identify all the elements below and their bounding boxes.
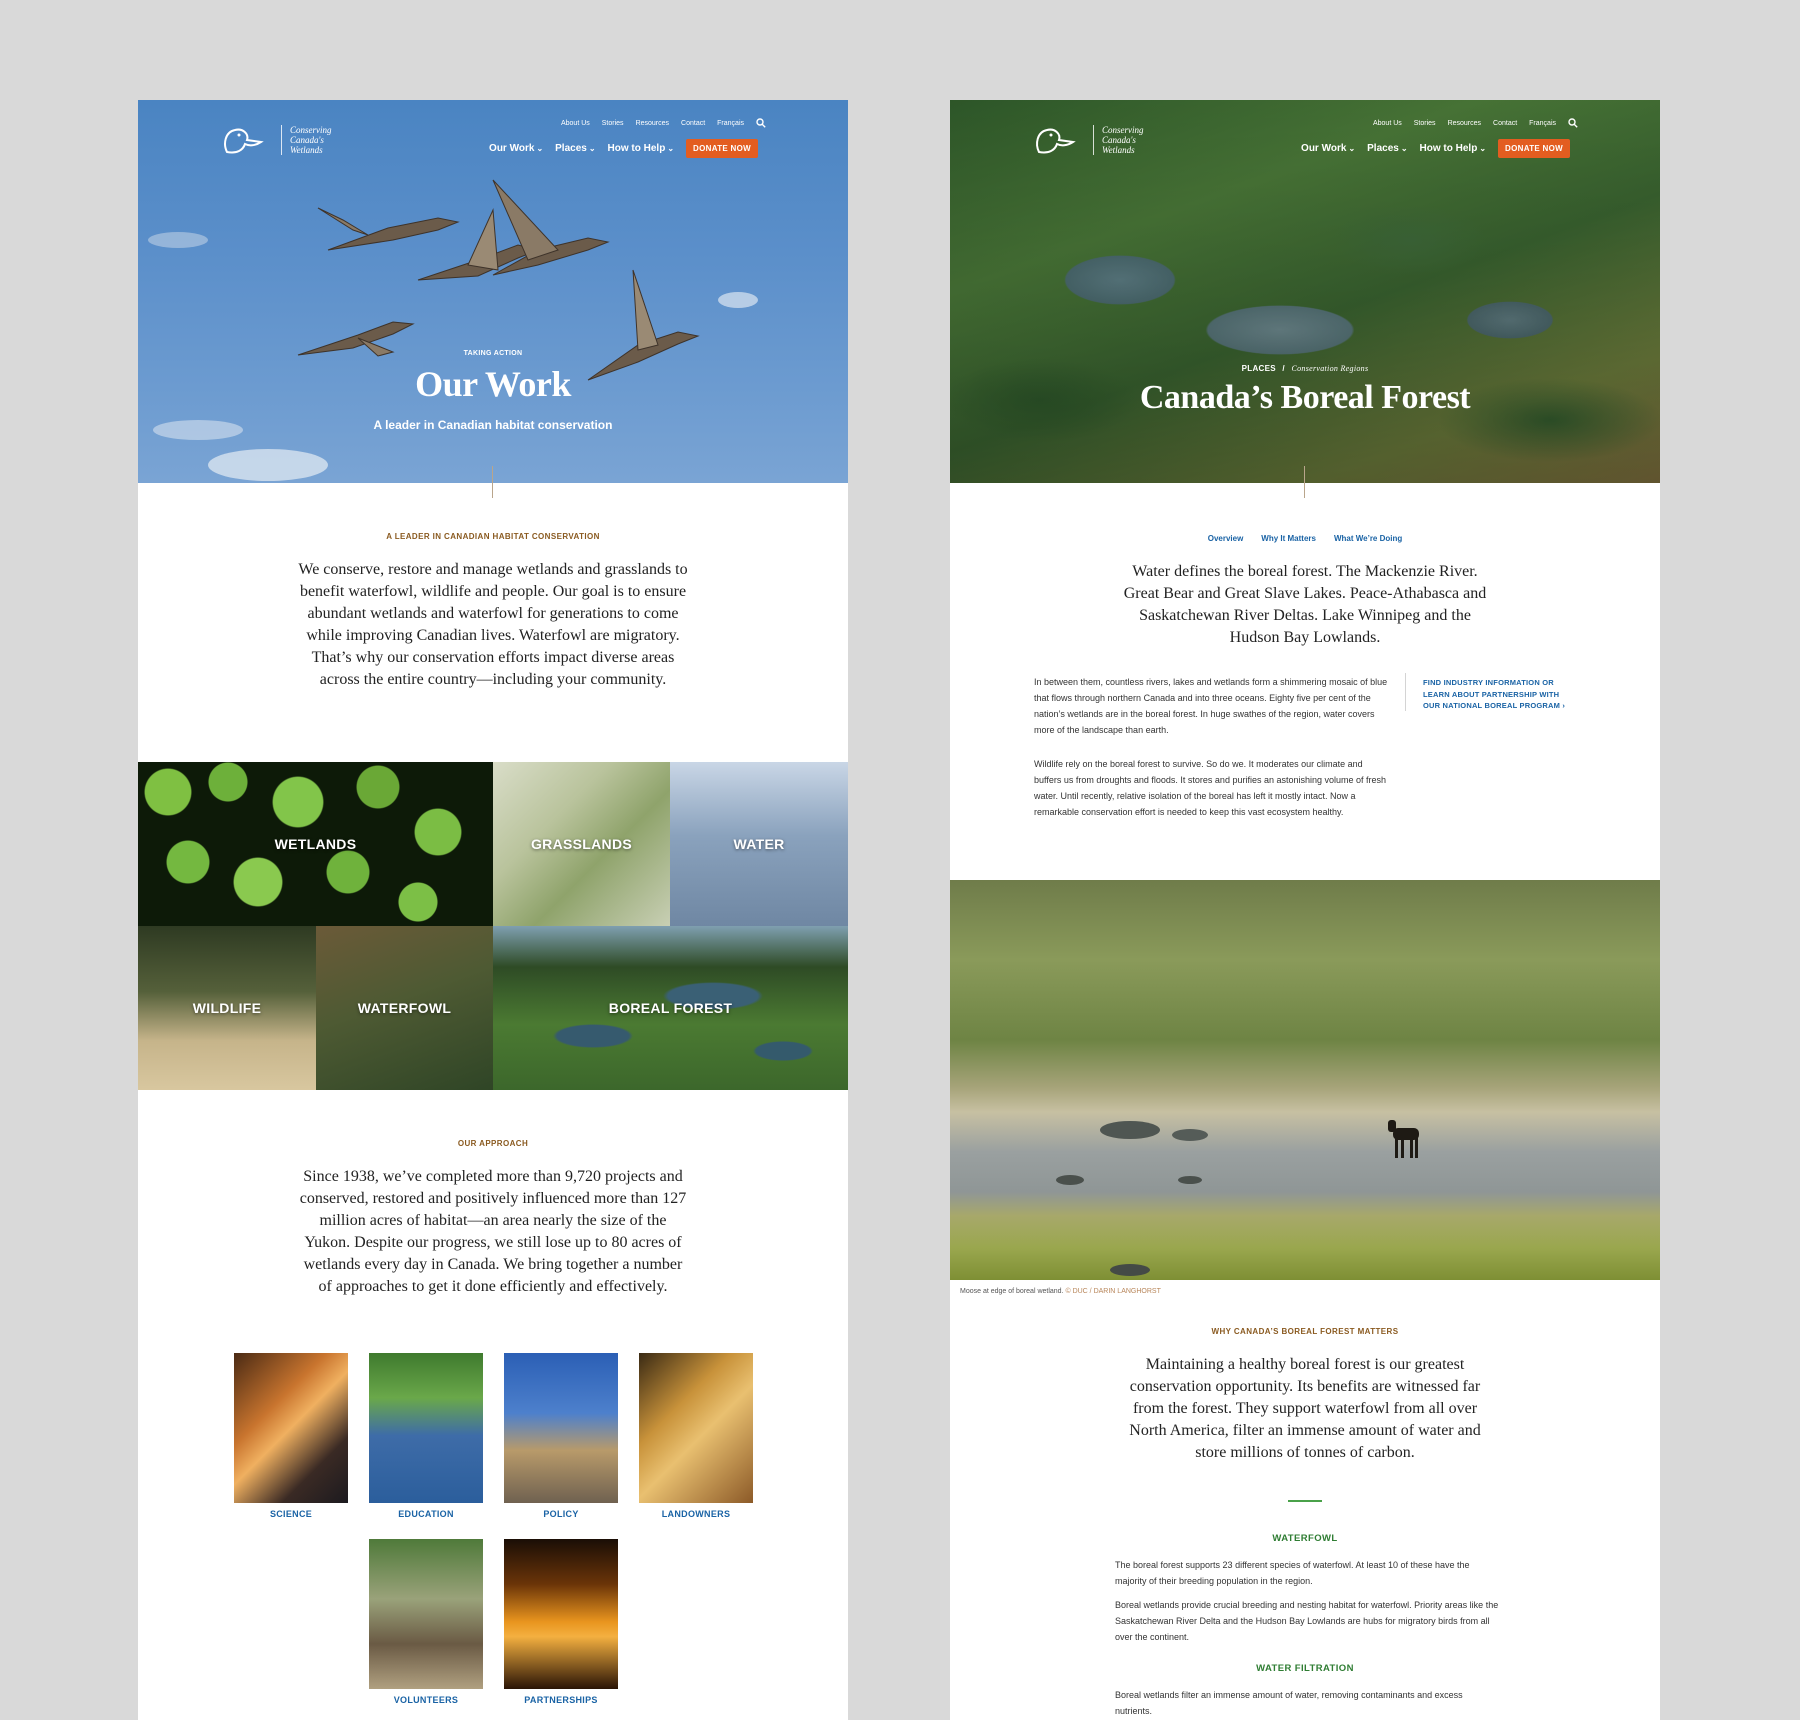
page-title: Our Work <box>415 364 571 404</box>
tile-waterfowl[interactable]: WATERFOWL <box>316 926 493 1090</box>
approach-policy-image[interactable] <box>504 1353 618 1503</box>
nav-places[interactable]: Places ⌄ <box>555 143 595 154</box>
util-link-francais[interactable]: Français <box>717 120 744 127</box>
approach-science-image[interactable] <box>234 1353 348 1503</box>
nav-how-to-help[interactable]: How to Help ⌄ <box>608 143 674 154</box>
nav-places[interactable]: Places ⌄ <box>1367 143 1407 154</box>
waterfowl-paragraph-1: The boreal forest supports 23 different … <box>1115 1560 1470 1586</box>
chevron-down-icon: ⌄ <box>536 144 544 153</box>
matters-eyebrow: WHY CANADA’S BOREAL FOREST MATTERS <box>1211 1327 1399 1336</box>
util-link-resources[interactable]: Resources <box>636 120 669 127</box>
approach-paragraph: Since 1938, we’ve completed more than 9,… <box>299 1168 687 1295</box>
hero-divider-line <box>492 466 493 498</box>
tile-grasslands[interactable]: GRASSLANDS <box>493 762 670 926</box>
util-link-contact[interactable]: Contact <box>1493 120 1517 127</box>
waterfowl-heading: WATERFOWL <box>1272 1533 1338 1544</box>
chevron-down-icon: ⌄ <box>588 144 596 153</box>
moose-wetland-photo <box>950 880 1660 1280</box>
chevron-down-icon: ⌄ <box>1479 144 1487 153</box>
tile-wildlife[interactable]: WILDLIFE <box>138 926 316 1090</box>
donate-button[interactable]: DONATE NOW <box>686 139 758 158</box>
site-logo[interactable]: Conserving Canada's Wetlands <box>221 122 350 158</box>
photo-caption: Moose at edge of boreal wetland. © DUC /… <box>960 1288 1161 1295</box>
main-nav: Our Work ⌄ Places ⌄ How to Help ⌄ DONATE NO… <box>489 139 758 158</box>
intro-paragraph: We conserve, restore and manage wetlands… <box>298 561 688 688</box>
intro-eyebrow: A LEADER IN CANADIAN HABITAT CONSERVATIO… <box>386 532 600 541</box>
hero-kicker: TAKING ACTION <box>463 350 523 357</box>
caption-text: Moose at edge of boreal wetland. <box>960 1288 1064 1295</box>
approach-education-image[interactable] <box>369 1353 483 1503</box>
site-header: Conserving Canada's Wetlands About Us St… <box>950 100 1660 180</box>
approach-science-label[interactable]: SCIENCE <box>234 1509 348 1519</box>
util-link-resources[interactable]: Resources <box>1448 120 1481 127</box>
body-paragraph-2: Wildlife rely on the boreal forest to su… <box>1034 759 1387 817</box>
util-link-francais[interactable]: Français <box>1529 120 1556 127</box>
tab-overview[interactable]: Overview <box>1208 534 1244 543</box>
approach-education-label[interactable]: EDUCATION <box>369 1509 483 1519</box>
util-link-about[interactable]: About Us <box>561 120 590 127</box>
approach-landowners-label[interactable]: LANDOWNERS <box>639 1509 753 1519</box>
side-divider <box>1405 673 1406 711</box>
approach-partnerships-image[interactable] <box>504 1539 618 1689</box>
utility-nav: About Us Stories Resources Contact Franç… <box>1373 118 1578 128</box>
approach-partnerships-label[interactable]: PARTNERSHIPS <box>504 1695 618 1705</box>
approach-volunteers-image[interactable] <box>369 1539 483 1689</box>
search-icon[interactable] <box>1568 118 1578 128</box>
breadcrumb-separator: / <box>1282 364 1285 373</box>
water-filtration-heading: WATER FILTRATION <box>1256 1663 1354 1674</box>
tile-wetlands[interactable]: WETLANDS <box>138 762 493 926</box>
util-link-stories[interactable]: Stories <box>1414 120 1436 127</box>
nav-our-work[interactable]: Our Work ⌄ <box>1301 143 1355 154</box>
nav-our-work[interactable]: Our Work ⌄ <box>489 143 543 154</box>
chevron-down-icon: ⌄ <box>1348 144 1356 153</box>
breadcrumb: PLACES / Conservation Regions <box>950 364 1660 373</box>
boreal-forest-page: PLACES / Conservation Regions Canada’s B… <box>950 100 1660 1720</box>
util-link-about[interactable]: About Us <box>1373 120 1402 127</box>
caption-credit: © DUC / DARIN LANGHORST <box>1065 1288 1161 1295</box>
duck-logo-icon <box>224 128 264 154</box>
logo-text: Conserving Canada's Wetlands <box>1093 125 1162 155</box>
approach-eyebrow: OUR APPROACH <box>457 1139 529 1148</box>
search-icon[interactable] <box>756 118 766 128</box>
logo-text: Conserving Canada's Wetlands <box>281 125 350 155</box>
approach-landowners-image[interactable] <box>639 1353 753 1503</box>
hero-subtitle: A leader in Canadian habitat conservatio… <box>373 418 613 432</box>
matters-paragraph: Maintaining a healthy boreal forest is o… <box>1129 1356 1481 1461</box>
chevron-down-icon: ⌄ <box>667 144 675 153</box>
duck-logo-icon <box>1036 128 1076 154</box>
util-link-stories[interactable]: Stories <box>602 120 624 127</box>
chevron-down-icon: ⌄ <box>1400 144 1408 153</box>
moose-scene <box>1056 1120 1419 1276</box>
section-rule <box>1288 1500 1322 1502</box>
lead-paragraph: Water defines the boreal forest. The Mac… <box>1123 563 1487 646</box>
section-tabs: Overview Why It Matters What We’re Doing <box>950 534 1660 543</box>
breadcrumb-current: Conservation Regions <box>1291 364 1369 373</box>
breadcrumb-root[interactable]: PLACES <box>1242 364 1276 373</box>
utility-nav: About Us Stories Resources Contact Franç… <box>561 118 766 128</box>
site-logo[interactable]: Conserving Canada's Wetlands <box>1033 122 1162 158</box>
donate-button[interactable]: DONATE NOW <box>1498 139 1570 158</box>
tab-what-were-doing[interactable]: What We’re Doing <box>1334 534 1402 543</box>
waterfowl-paragraph-2: Boreal wetlands provide crucial breeding… <box>1115 1600 1499 1642</box>
tab-why-it-matters[interactable]: Why It Matters <box>1261 534 1316 543</box>
approach-volunteers-label[interactable]: VOLUNTEERS <box>369 1695 483 1705</box>
our-work-page: TAKING ACTION Our Work A leader in Canad… <box>138 100 848 1720</box>
util-link-contact[interactable]: Contact <box>681 120 705 127</box>
page-title: Canada’s Boreal Forest <box>1139 379 1471 416</box>
main-nav: Our Work ⌄ Places ⌄ How to Help ⌄ DONATE NO… <box>1301 139 1570 158</box>
water-filtration-paragraph: Boreal wetlands filter an immense amount… <box>1115 1690 1463 1716</box>
nav-how-to-help[interactable]: How to Help ⌄ <box>1420 143 1486 154</box>
tile-water[interactable]: WATER <box>670 762 848 926</box>
boreal-program-link[interactable]: FIND INDUSTRY INFORMATION OR LEARN ABOUT… <box>1423 677 1573 712</box>
site-header: Conserving Canada's Wetlands About Us St… <box>138 100 848 180</box>
tile-boreal-forest[interactable]: BOREAL FOREST <box>493 926 848 1090</box>
body-paragraph-1: In between them, countless rivers, lakes… <box>1034 677 1388 735</box>
approach-policy-label[interactable]: POLICY <box>504 1509 618 1519</box>
hero-divider-line <box>1304 466 1305 498</box>
